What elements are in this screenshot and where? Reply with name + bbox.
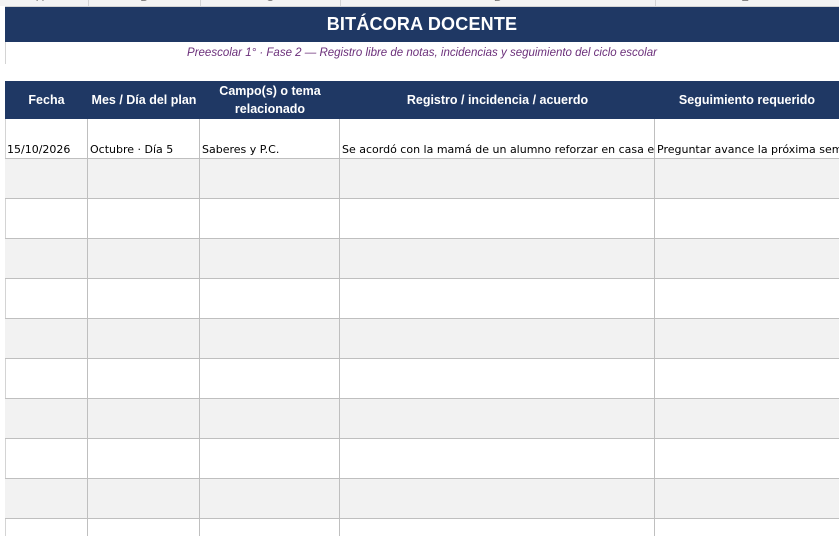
cell-seguimiento[interactable] [655, 159, 839, 199]
cell-fecha[interactable]: 15/10/2026 [5, 119, 88, 159]
cell-seguimiento[interactable] [655, 199, 839, 239]
cell-fecha[interactable] [5, 319, 88, 359]
cell-mes-dia[interactable] [88, 279, 200, 319]
header-mes-dia[interactable]: Mes / Día del plan [88, 81, 200, 119]
table-row: 15/10/2026 Octubre · Día 5 Saberes y P.C… [5, 119, 839, 159]
cell-fecha[interactable] [5, 159, 88, 199]
table-row [5, 479, 839, 519]
cell-fecha[interactable] [5, 359, 88, 399]
cell-mes-dia[interactable] [88, 159, 200, 199]
cell-campo[interactable] [200, 239, 340, 279]
cell-mes-dia[interactable]: Octubre · Día 5 [88, 119, 200, 159]
header-campo-line2: relacionado [234, 102, 306, 116]
table-row [5, 439, 839, 479]
cell-campo[interactable] [200, 399, 340, 439]
cell-mes-dia[interactable] [88, 199, 200, 239]
cell-registro[interactable] [340, 159, 655, 199]
header-registro[interactable]: Registro / incidencia / acuerdo [340, 81, 655, 119]
spreadsheet: A B C D E BITÁCORA DOCENTE Preescolar 1°… [0, 0, 839, 536]
cell-fecha[interactable] [5, 519, 88, 536]
column-header-strip: A B C D E [0, 0, 839, 7]
cell-campo[interactable] [200, 359, 340, 399]
table-row [5, 399, 839, 439]
cell-registro[interactable] [340, 479, 655, 519]
table-row [5, 279, 839, 319]
table-row [5, 519, 839, 536]
cell-fecha[interactable] [5, 279, 88, 319]
cell-fecha[interactable] [5, 239, 88, 279]
cell-campo[interactable]: Saberes y P.C. [200, 119, 340, 159]
cell-mes-dia[interactable] [88, 479, 200, 519]
cell-seguimiento[interactable] [655, 479, 839, 519]
column-header-e[interactable]: E [735, 0, 755, 4]
table-row [5, 199, 839, 239]
cell-registro[interactable] [340, 239, 655, 279]
cell-mes-dia[interactable] [88, 359, 200, 399]
cell-seguimiento[interactable]: Preguntar avance la próxima sem [655, 119, 839, 159]
table-row [5, 159, 839, 199]
column-header-b[interactable]: B [134, 0, 154, 4]
header-fecha[interactable]: Fecha [5, 81, 88, 119]
column-header-a[interactable]: A [30, 0, 50, 4]
cell-registro[interactable] [340, 279, 655, 319]
cell-registro[interactable] [340, 439, 655, 479]
cell-registro[interactable]: Se acordó con la mamá de un alumno refor… [340, 119, 655, 159]
cell-fecha[interactable] [5, 439, 88, 479]
cell-seguimiento[interactable] [655, 359, 839, 399]
column-header-d[interactable]: D [488, 0, 508, 4]
cell-campo[interactable] [200, 479, 340, 519]
cell-mes-dia[interactable] [88, 239, 200, 279]
cell-fecha[interactable] [5, 399, 88, 439]
cell-seguimiento[interactable] [655, 239, 839, 279]
cell-registro[interactable] [340, 359, 655, 399]
header-campo-line1: Campo(s) o tema [219, 84, 321, 98]
cell-campo[interactable] [200, 279, 340, 319]
cell-mes-dia[interactable] [88, 439, 200, 479]
cell-campo[interactable] [200, 199, 340, 239]
cell-registro[interactable] [340, 199, 655, 239]
cell-campo[interactable] [200, 439, 340, 479]
sheet-subtitle[interactable]: Preescolar 1° · Fase 2 — Registro libre … [5, 42, 839, 64]
sheet-title[interactable]: BITÁCORA DOCENTE [5, 7, 839, 42]
table-header-row: Fecha Mes / Día del plan Campo(s) o tema… [5, 81, 839, 119]
cell-seguimiento[interactable] [655, 399, 839, 439]
table-row [5, 359, 839, 399]
header-campo[interactable]: Campo(s) o tema relacionado [200, 81, 340, 119]
cell-registro[interactable] [340, 399, 655, 439]
table-row [5, 319, 839, 359]
cell-mes-dia[interactable] [88, 319, 200, 359]
table-row [5, 239, 839, 279]
cell-campo[interactable] [200, 159, 340, 199]
cell-registro[interactable] [340, 519, 655, 536]
cell-seguimiento[interactable] [655, 319, 839, 359]
cell-seguimiento[interactable] [655, 519, 839, 536]
cell-registro[interactable] [340, 319, 655, 359]
cell-seguimiento[interactable] [655, 279, 839, 319]
cell-campo[interactable] [200, 319, 340, 359]
cell-fecha[interactable] [5, 199, 88, 239]
spacer-row[interactable] [5, 64, 839, 81]
cell-campo[interactable] [200, 519, 340, 536]
cell-fecha[interactable] [5, 479, 88, 519]
header-seguimiento[interactable]: Seguimiento requerido [655, 81, 839, 119]
column-header-c[interactable]: C [260, 0, 280, 4]
cell-mes-dia[interactable] [88, 519, 200, 536]
cell-seguimiento[interactable] [655, 439, 839, 479]
cell-mes-dia[interactable] [88, 399, 200, 439]
